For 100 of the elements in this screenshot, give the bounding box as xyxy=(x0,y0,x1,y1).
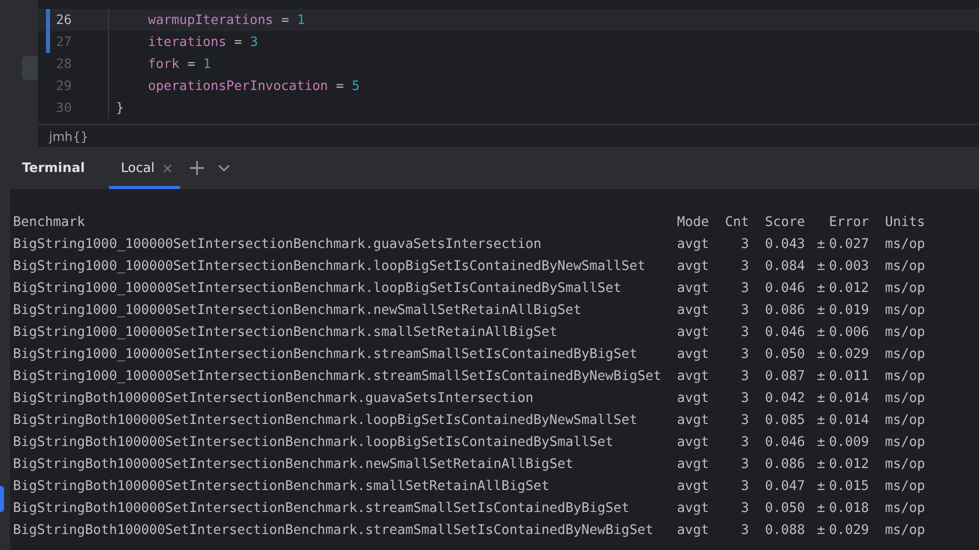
error-cell: 0.009 xyxy=(829,434,870,450)
chevron-down-icon[interactable] xyxy=(218,164,230,172)
code-token: = xyxy=(234,34,242,50)
mode-cell: avgt xyxy=(677,302,710,318)
mode-cell: avgt xyxy=(677,258,710,274)
count-cell: 3 xyxy=(740,280,749,296)
units-cell: ms/op xyxy=(885,500,926,516)
breadcrumb[interactable]: jmh{} xyxy=(49,128,88,144)
error-cell: 0.029 xyxy=(829,522,870,538)
count-cell: 3 xyxy=(740,522,749,538)
line-number: 30 xyxy=(56,100,73,116)
code-token: 1 xyxy=(297,12,305,28)
mode-cell: avgt xyxy=(677,412,710,428)
plus-minus-sign: ± xyxy=(817,412,826,428)
units-cell: ms/op xyxy=(885,346,926,362)
error-cell: 0.003 xyxy=(829,258,870,274)
mode-cell: avgt xyxy=(677,346,710,362)
plus-minus-sign: ± xyxy=(817,280,826,296)
error-cell: 0.027 xyxy=(829,236,870,252)
error-cell: 0.006 xyxy=(829,324,870,340)
score-cell: 0.086 xyxy=(765,302,806,318)
score-cell: 0.084 xyxy=(765,258,806,274)
close-icon[interactable] xyxy=(162,164,172,172)
plus-minus-sign: ± xyxy=(817,500,826,516)
error-cell: 0.014 xyxy=(829,390,870,406)
score-cell: 0.050 xyxy=(765,500,806,516)
mode-cell: avgt xyxy=(677,236,710,252)
error-cell: 0.014 xyxy=(829,412,870,428)
units-cell: ms/op xyxy=(885,280,926,296)
column-header: Error xyxy=(829,214,870,230)
code-token: = xyxy=(187,56,196,72)
mode-cell: avgt xyxy=(677,522,710,538)
units-cell: ms/op xyxy=(885,236,926,252)
column-header: Score xyxy=(765,214,806,230)
line-number: 27 xyxy=(56,34,73,50)
units-cell: ms/op xyxy=(885,412,926,428)
column-header: Benchmark xyxy=(13,214,86,230)
units-cell: ms/op xyxy=(885,302,926,318)
mode-cell: avgt xyxy=(677,324,710,340)
code-token: = xyxy=(336,78,344,94)
add-icon[interactable] xyxy=(190,161,204,175)
column-header: Units xyxy=(885,214,926,230)
score-cell: 0.088 xyxy=(765,522,806,538)
count-cell: 3 xyxy=(740,456,749,472)
plus-minus-sign: ± xyxy=(817,368,826,384)
error-cell: 0.015 xyxy=(829,478,870,494)
benchmark-name: BigString1000_100000SetIntersectionBenchmark.loopBigSetIsContainedBySmallSet xyxy=(13,280,622,296)
score-cell: 0.087 xyxy=(765,368,806,384)
count-cell: 3 xyxy=(740,390,749,406)
terminal-tab[interactable]: Local xyxy=(108,147,180,189)
score-cell: 0.046 xyxy=(765,280,806,296)
benchmark-name: BigString1000_100000SetIntersectionBenchmark.smallSetRetainAllBigSet xyxy=(13,324,558,340)
count-cell: 3 xyxy=(740,236,749,252)
units-cell: ms/op xyxy=(885,390,926,406)
error-cell: 0.029 xyxy=(829,346,870,362)
code-token: 1 xyxy=(203,56,211,72)
count-cell: 3 xyxy=(740,434,749,450)
score-cell: 0.043 xyxy=(765,236,806,252)
code-token: warmupIterations xyxy=(148,12,274,28)
plus-minus-sign: ± xyxy=(817,324,826,340)
plus-minus-sign: ± xyxy=(817,522,826,538)
active-tool-indicator xyxy=(0,486,4,512)
mode-cell: avgt xyxy=(677,500,710,516)
error-cell: 0.012 xyxy=(829,280,870,296)
units-cell: ms/op xyxy=(885,258,926,274)
line-number: 28 xyxy=(56,56,73,72)
plus-minus-sign: ± xyxy=(817,456,826,472)
score-cell: 0.046 xyxy=(765,434,806,450)
count-cell: 3 xyxy=(740,368,749,384)
score-cell: 0.050 xyxy=(765,346,806,362)
error-cell: 0.018 xyxy=(829,500,870,516)
count-cell: 3 xyxy=(740,412,749,428)
line-number: 29 xyxy=(56,78,73,94)
score-cell: 0.047 xyxy=(765,478,806,494)
plus-minus-sign: ± xyxy=(817,236,826,252)
plus-minus-sign: ± xyxy=(817,390,826,406)
mode-cell: avgt xyxy=(677,280,710,296)
score-cell: 0.086 xyxy=(765,456,806,472)
code-token: 3 xyxy=(250,34,258,50)
benchmark-name: BigStringBoth100000SetIntersectionBenchmark.newSmallSetRetainAllBigSet xyxy=(13,456,574,472)
count-cell: 3 xyxy=(740,478,749,494)
benchmark-name: BigStringBoth100000SetIntersectionBenchmark.smallSetRetainAllBigSet xyxy=(13,478,550,494)
code-token: operationsPerInvocation xyxy=(148,78,328,94)
mode-cell: avgt xyxy=(677,390,710,406)
units-cell: ms/op xyxy=(885,434,926,450)
score-cell: 0.085 xyxy=(765,412,806,428)
line-number: 26 xyxy=(56,12,73,28)
count-cell: 3 xyxy=(740,324,749,340)
benchmark-name: BigString1000_100000SetIntersectionBenchmark.streamSmallSetIsContainedByNewBigSet xyxy=(13,368,662,384)
plus-minus-sign: ± xyxy=(817,478,826,494)
code-token: iterations xyxy=(148,34,226,50)
count-cell: 3 xyxy=(740,346,749,362)
error-cell: 0.019 xyxy=(829,302,870,318)
column-header: Mode xyxy=(677,214,710,230)
benchmark-name: BigStringBoth100000SetIntersectionBenchmark.guavaSetsIntersection xyxy=(13,390,534,406)
units-cell: ms/op xyxy=(885,478,926,494)
code-token: 5 xyxy=(352,78,360,94)
count-cell: 3 xyxy=(740,258,749,274)
units-cell: ms/op xyxy=(885,324,926,340)
benchmark-name: BigString1000_100000SetIntersectionBenchmark.guavaSetsIntersection xyxy=(13,236,542,252)
